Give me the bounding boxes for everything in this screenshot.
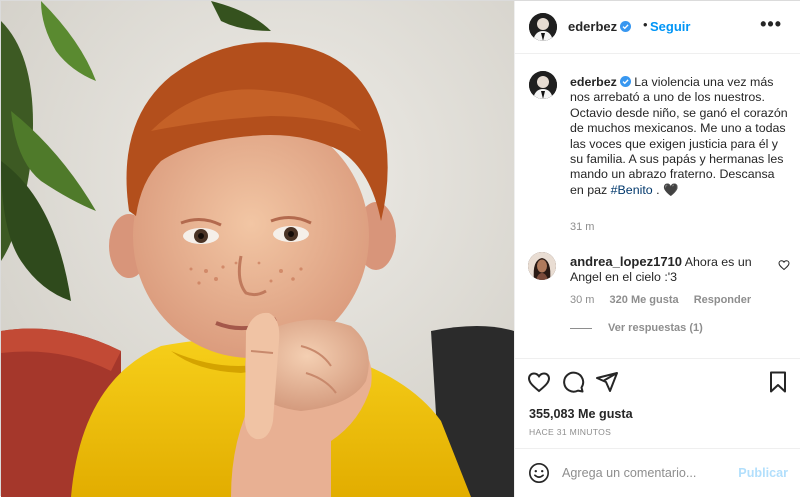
follow-button[interactable]: Seguir [650, 19, 690, 34]
post-caption: ederbez La violencia una vez más nos arr… [515, 55, 800, 233]
post-side-panel: ederbez • Seguir ••• ederbez La violenci… [514, 1, 800, 497]
comment-likes[interactable]: 320 Me gusta [610, 294, 679, 306]
boy-pointing-photo [1, 1, 514, 497]
comment-text: andrea_lopez1710 Ahora es un Angel en el… [570, 254, 770, 286]
avatar[interactable] [528, 252, 556, 280]
add-comment-bar: Publicar [515, 448, 800, 497]
avatar[interactable] [529, 13, 557, 41]
replies-line-divider [570, 327, 592, 329]
comment-timestamp[interactable]: 30 m [570, 294, 594, 306]
hashtag-link[interactable]: #Benito [611, 183, 653, 197]
avatar[interactable] [529, 71, 557, 99]
post-photo[interactable] [1, 1, 514, 497]
post-header: ederbez • Seguir ••• [515, 1, 800, 54]
caption-tail: . 🖤 [652, 182, 679, 197]
comment-item: andrea_lopez1710 Ahora es un Angel en el… [515, 241, 800, 351]
post-timestamp[interactable]: HACE 31 MINUTOS [529, 427, 611, 437]
comment-icon[interactable] [561, 370, 585, 394]
reply-button[interactable]: Responder [694, 294, 751, 306]
commenter-avatar-image [528, 252, 556, 280]
verified-badge-icon [619, 76, 631, 87]
post-like-count[interactable]: 355,083 Me gusta [529, 407, 633, 421]
comment-meta: 30 m 320 Me gusta Responder [570, 294, 763, 306]
comment-like-heart-icon[interactable] [778, 259, 790, 271]
publish-button[interactable]: Publicar [738, 466, 788, 480]
share-icon[interactable] [595, 370, 619, 394]
comment-username[interactable]: andrea_lopez1710 [570, 254, 682, 269]
ederbez-avatar-image [529, 13, 557, 41]
post-actions: 355,083 Me gusta HACE 31 MINUTOS [515, 358, 800, 444]
view-replies-label[interactable]: Ver respuestas (1) [608, 322, 703, 334]
separator-dot: • [643, 17, 648, 32]
caption-text: ederbez La violencia una vez más nos arr… [570, 75, 790, 198]
bookmark-icon[interactable] [766, 370, 790, 394]
caption-body: La violencia una vez más nos arrebató a … [570, 75, 788, 197]
verified-badge-icon [620, 21, 632, 32]
caption-username[interactable]: ederbez [570, 75, 617, 89]
comment-input[interactable] [562, 463, 732, 483]
ederbez-avatar-image [529, 71, 557, 99]
emoji-icon[interactable] [528, 462, 550, 484]
post-frame: ederbez • Seguir ••• ederbez La violenci… [0, 0, 800, 497]
view-replies-button[interactable]: Ver respuestas (1) [570, 322, 703, 334]
post-author-username[interactable]: ederbez [568, 19, 632, 34]
username-text[interactable]: ederbez [568, 19, 617, 34]
caption-timestamp[interactable]: 31 m [570, 221, 594, 233]
more-options-icon[interactable]: ••• [760, 14, 782, 35]
heart-icon[interactable] [527, 370, 551, 394]
